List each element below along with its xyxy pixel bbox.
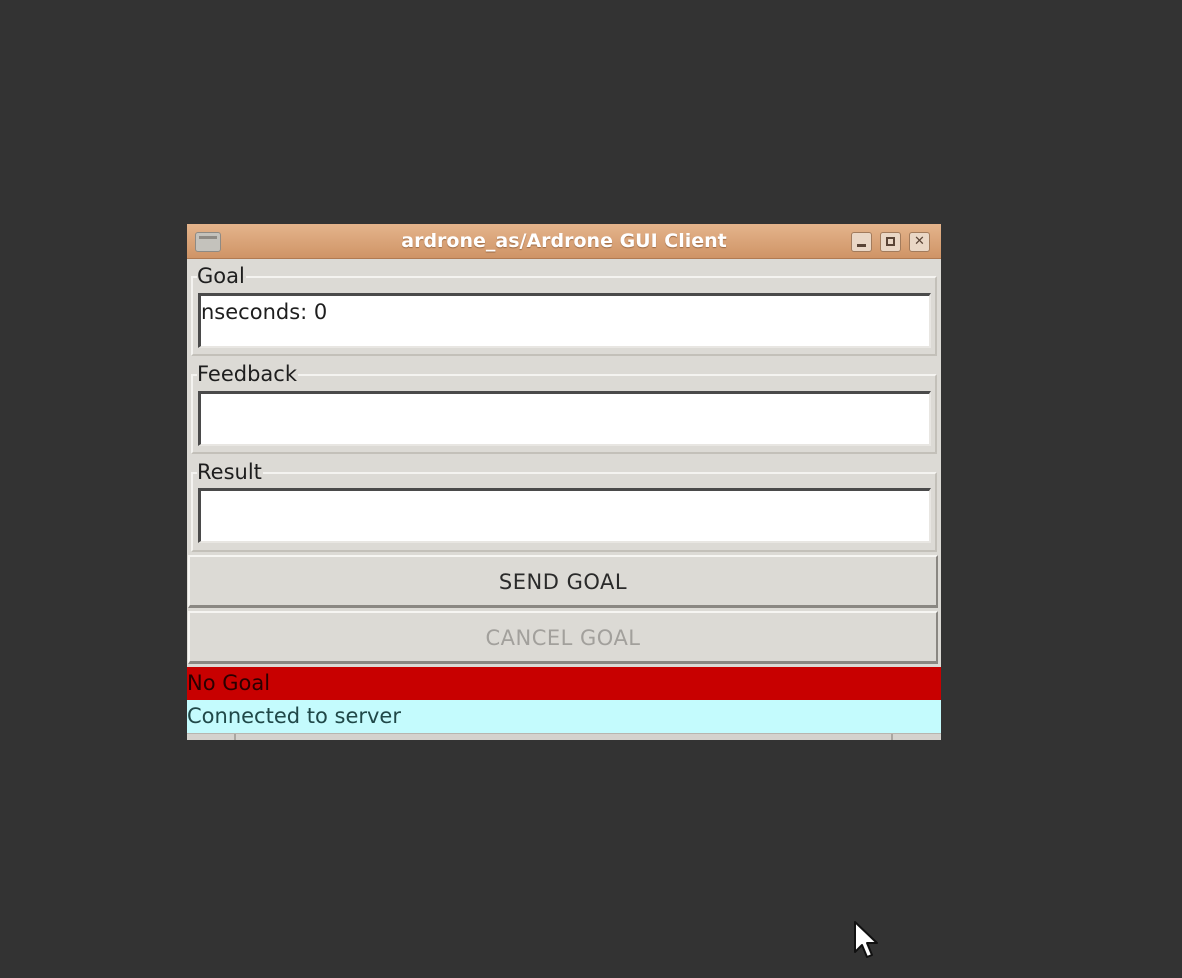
window-bottom-strip [187, 733, 941, 740]
connection-status-bar: Connected to server [187, 700, 941, 733]
close-icon[interactable]: ✕ [909, 232, 930, 252]
cancel-goal-button[interactable]: CANCEL GOAL [188, 611, 938, 664]
goal-label: Goal [197, 264, 246, 288]
maximize-icon[interactable] [880, 232, 901, 252]
goal-textbox[interactable]: nseconds: 0 [198, 293, 931, 348]
title-bar[interactable]: ardrone_as/Ardrone GUI Client ✕ [187, 224, 941, 259]
gui-client-window: ardrone_as/Ardrone GUI Client ✕ Goal nse… [187, 224, 941, 740]
goal-status-bar: No Goal [187, 667, 941, 700]
minimize-icon[interactable] [851, 232, 872, 252]
send-goal-button[interactable]: SEND GOAL [188, 555, 938, 608]
window-title: ardrone_as/Ardrone GUI Client [401, 230, 727, 252]
result-label: Result [197, 460, 263, 484]
feedback-textbox[interactable] [198, 391, 931, 446]
result-textbox[interactable] [198, 488, 931, 543]
mouse-cursor-icon [854, 921, 878, 958]
feedback-label: Feedback [197, 362, 299, 386]
